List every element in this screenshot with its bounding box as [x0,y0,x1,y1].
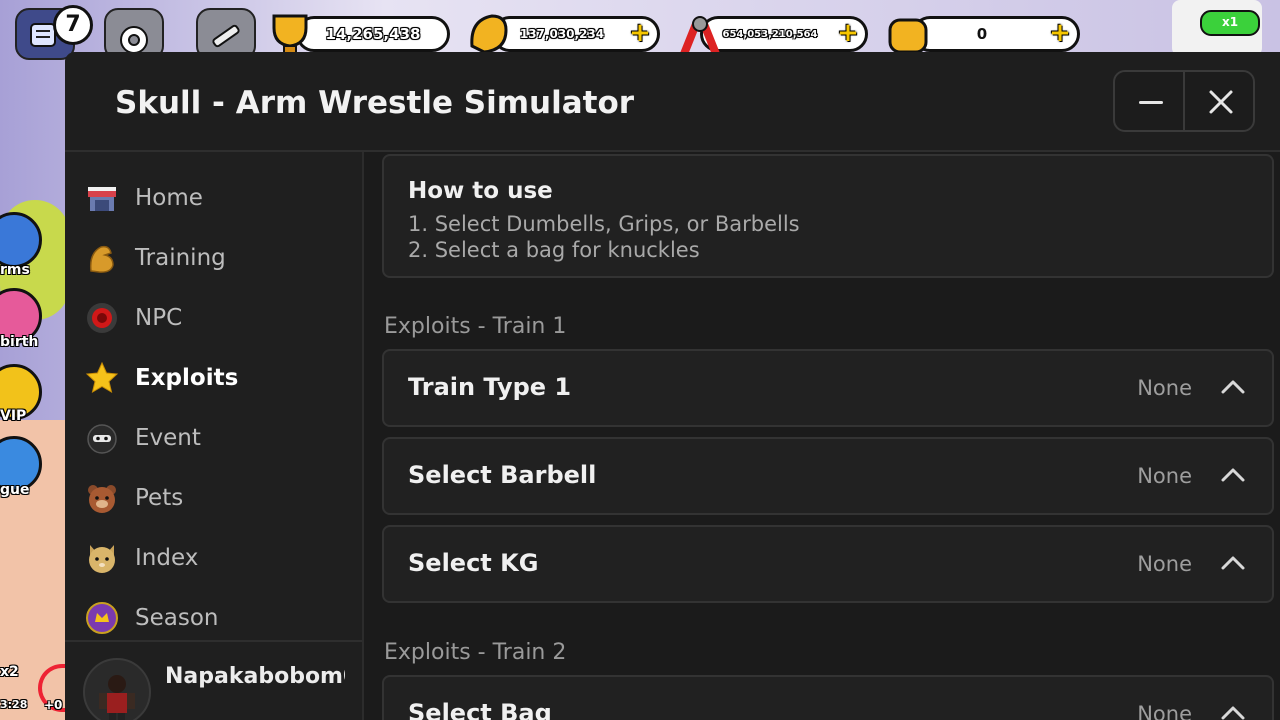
side-rebirth-label: birth [0,334,39,350]
window-controls [1113,70,1255,132]
how-to-use-line-2: 2. Select a bag for knuckles [408,238,700,262]
side-boost-timer: 3:28 [0,698,28,711]
sidebar-item-index[interactable]: Index [85,536,345,580]
chevron-up-icon [1221,380,1245,394]
notification-badge: 7 [53,5,93,45]
sidebar-item-training[interactable]: Training [85,236,345,280]
shop-icon [85,181,119,215]
dropdown-label: Select Barbell [408,461,597,489]
star-icon [85,361,119,395]
sidebar-label-exploits: Exploits [135,365,239,391]
flexed-biceps-icon [85,241,119,275]
section-title-train-2: Exploits - Train 2 [384,640,567,665]
title-bar[interactable]: Skull - Arm Wrestle Simulator [65,52,1280,152]
trophy-counter: 14,265,438 [296,16,450,52]
gear-icon [120,26,148,54]
sidebar-label-season: Season [135,605,219,631]
sidebar-item-pets[interactable]: Pets [85,476,345,520]
sidebar-label-home: Home [135,185,203,211]
trophy-value: 14,265,438 [325,25,421,43]
sidebar-item-home[interactable]: Home [85,176,345,220]
sidebar-label-event: Event [135,425,201,451]
season-badge-icon [85,601,119,635]
fist-icon [888,18,928,54]
minimize-icon [1139,101,1163,104]
avatar [83,658,151,720]
close-button[interactable] [1183,72,1253,130]
sidebar-label-npc: NPC [135,305,183,331]
npc-icon [85,301,119,335]
dropdown-label: Select KG [408,549,539,577]
dumbbell-icon [212,24,240,48]
chevron-up-icon [1221,556,1245,570]
dropdown-select-barbell[interactable]: Select Barbell None [382,437,1274,515]
dropdown-label: Select Bag [408,699,552,720]
multiplier-badge: x1 [1200,10,1260,36]
bear-icon [85,481,119,515]
minimize-button[interactable] [1115,72,1183,130]
section-title-train-1: Exploits - Train 1 [384,314,567,339]
knuckles-plus-icon[interactable]: + [1049,20,1071,46]
chevron-up-icon [1221,468,1245,482]
avatar-figure-icon [99,675,135,720]
how-to-use-line-1: 1. Select Dumbells, Grips, or Barbells [408,212,800,236]
close-icon [1209,90,1233,114]
strength-plus-icon[interactable]: + [629,20,651,46]
window-title: Skull - Arm Wrestle Simulator [115,85,635,121]
knuckles-value: 0 [976,25,988,43]
dropdown-label: Train Type 1 [408,373,572,401]
sidebar-item-event[interactable]: Event [85,416,345,460]
dropdown-train-type-1[interactable]: Train Type 1 None [382,349,1274,427]
dropdown-value: None [1137,464,1192,488]
main-content: How to use 1. Select Dumbells, Grips, or… [364,152,1280,720]
how-to-use-card: How to use 1. Select Dumbells, Grips, or… [382,154,1274,278]
sidebar: Home Training NPC Exploits Event Pets In… [65,152,364,720]
dropdown-value: None [1137,376,1192,400]
sidebar-label-pets: Pets [135,485,184,511]
sidebar-divider [65,640,362,642]
side-league-label: gue [0,482,30,498]
knuckles-counter: 0 + [912,16,1080,52]
side-boost-x2: x2 [0,664,19,680]
chevron-up-icon [1221,706,1245,720]
ninja-icon [85,421,119,455]
sidebar-label-training: Training [135,245,226,271]
sidebar-label-index: Index [135,545,199,571]
side-vip-label: VIP [0,408,27,424]
dropdown-select-bag[interactable]: Select Bag None [382,675,1274,720]
dropdown-value: None [1137,702,1192,720]
script-window: Skull - Arm Wrestle Simulator Home Train… [65,52,1280,720]
side-plus-zero: +0 [44,698,63,712]
sidebar-item-exploits[interactable]: Exploits [85,356,345,400]
how-to-use-title: How to use [408,178,553,204]
username: Napakabobom0 [165,664,345,689]
dropdown-select-kg[interactable]: Select KG None [382,525,1274,603]
dropdown-value: None [1137,552,1192,576]
sidebar-item-npc[interactable]: NPC [85,296,345,340]
side-arms-label: rms [0,262,30,278]
cat-icon [85,541,119,575]
sidebar-item-season[interactable]: Season [85,596,345,640]
grip-plus-icon[interactable]: + [837,20,859,46]
